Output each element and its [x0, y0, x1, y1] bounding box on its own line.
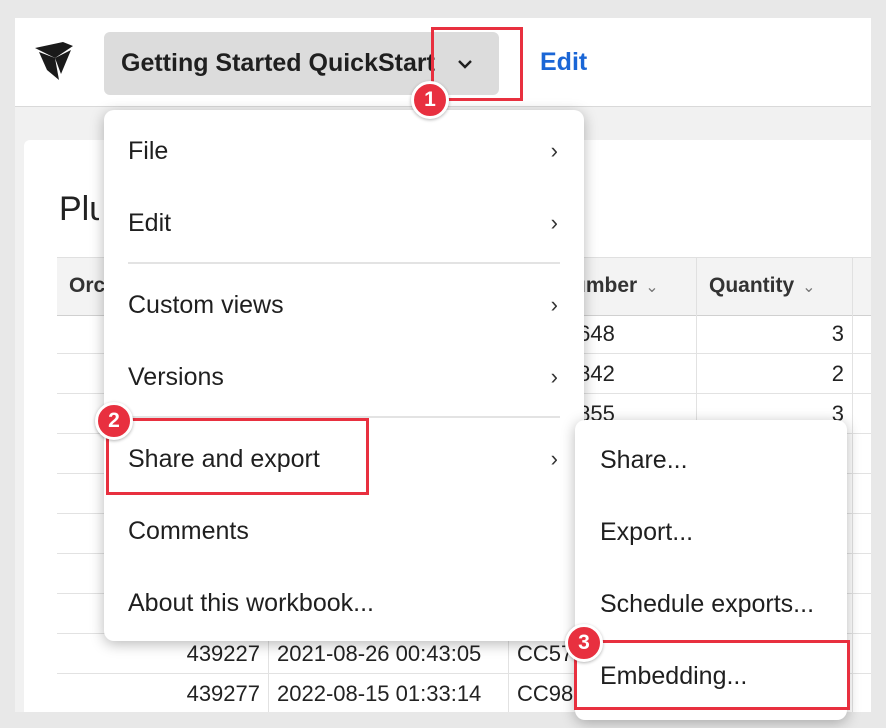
submenu-item-share[interactable]: Share...	[575, 430, 847, 490]
edit-button[interactable]: Edit	[540, 48, 587, 77]
element-title: Plu	[59, 190, 99, 228]
workbook-dropdown-menu: File › Edit › Custom views › Versions › …	[104, 110, 584, 641]
menu-item-custom-views[interactable]: Custom views ›	[104, 274, 584, 336]
menu-item-versions[interactable]: Versions ›	[104, 346, 584, 408]
bird-logo-icon[interactable]	[33, 40, 73, 82]
chevron-right-icon: ›	[550, 138, 558, 163]
chevron-right-icon: ›	[550, 446, 558, 471]
cell-quantity: 3	[697, 314, 853, 354]
chevron-down-icon: ⌄	[802, 279, 816, 296]
chevron-right-icon: ›	[550, 364, 558, 389]
highlight-box-share-and-export	[106, 418, 369, 495]
chevron-right-icon: ›	[550, 210, 558, 235]
callout-badge-1: 1	[411, 81, 449, 119]
callout-badge-3: 3	[565, 624, 603, 662]
cell-quantity: 2	[697, 354, 853, 394]
column-header-quantity[interactable]: Quantity ⌄	[697, 258, 853, 315]
cell-date: 2022-08-15 01:33:14	[269, 674, 509, 712]
menu-item-edit[interactable]: Edit ›	[104, 192, 584, 254]
submenu-item-schedule-exports[interactable]: Schedule exports...	[575, 574, 847, 634]
submenu-item-export[interactable]: Export...	[575, 502, 847, 562]
chevron-down-icon: ⌄	[645, 279, 659, 296]
menu-item-file[interactable]: File ›	[104, 120, 584, 182]
highlight-box-embedding	[574, 640, 850, 710]
callout-badge-2: 2	[95, 402, 133, 440]
menu-item-about-workbook[interactable]: About this workbook...	[104, 572, 584, 634]
menu-item-comments[interactable]: Comments	[104, 500, 584, 562]
workbook-title: Getting Started QuickStart	[121, 49, 435, 77]
chevron-right-icon: ›	[550, 292, 558, 317]
menu-divider	[128, 262, 560, 264]
cell-order: 439277	[57, 674, 269, 712]
